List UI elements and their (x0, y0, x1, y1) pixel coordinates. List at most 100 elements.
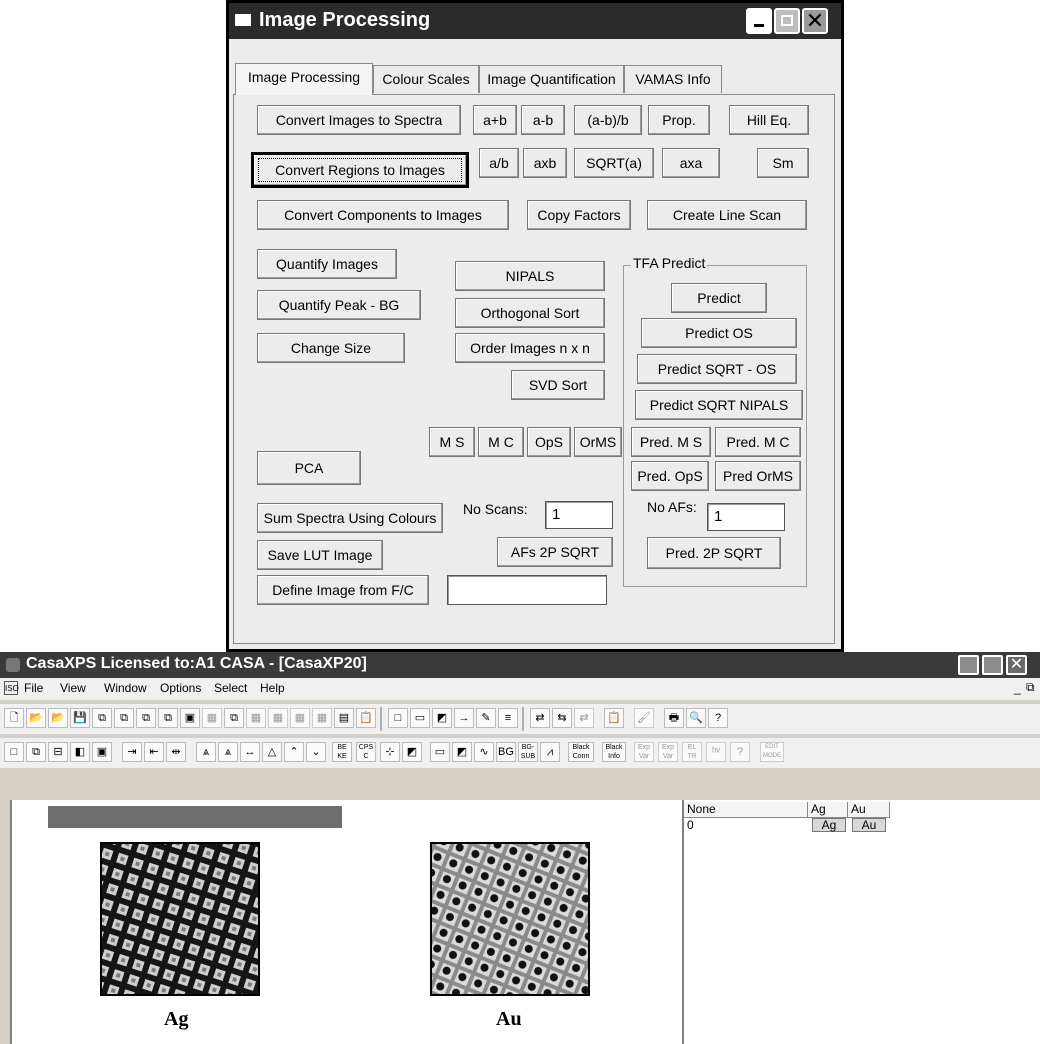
grid-cell-au[interactable]: Au (852, 818, 886, 832)
overlay-icon[interactable]: ◧ (70, 742, 90, 762)
define-image-from-fc-button[interactable]: Define Image from F/C (257, 575, 429, 605)
pred-mc-button[interactable]: Pred. M C (715, 427, 801, 457)
grid-row-index[interactable]: 0 (684, 818, 804, 834)
menu-options[interactable]: Options (160, 681, 201, 695)
mdi-restore-icon[interactable]: ⧉ (1026, 680, 1035, 695)
pca-button[interactable]: PCA (257, 451, 361, 485)
iso-icon[interactable]: ▤ (334, 708, 354, 728)
main-close-button[interactable]: ✕ (1006, 655, 1027, 675)
pred-orms-button[interactable]: Pred OrMS (715, 461, 801, 491)
menu-help[interactable]: Help (260, 681, 285, 695)
clipboard-icon[interactable]: 📋 (356, 708, 376, 728)
tab-image-processing[interactable]: Image Processing (235, 63, 373, 95)
ops-button[interactable]: OpS (527, 427, 571, 457)
brush-disabled-icon[interactable]: 🖌 (634, 708, 654, 728)
split-icon[interactable]: ⊟ (48, 742, 68, 762)
exp-var-icon[interactable]: Exp Var (634, 742, 654, 762)
bg-icon[interactable]: BG (496, 742, 516, 762)
ms-button[interactable]: M S (429, 427, 475, 457)
peak-left-icon[interactable]: ⩓ (218, 742, 238, 762)
a-plus-b-button[interactable]: a+b (473, 105, 517, 135)
grid4-disabled-icon[interactable]: ▦ (290, 708, 310, 728)
a-over-b-button[interactable]: a/b (479, 148, 519, 178)
main-titlebar[interactable]: CasaXPS Licensed to:A1 CASA - [CasaXP20]… (0, 652, 1040, 678)
mdi-minimize-icon[interactable]: _ (1014, 681, 1021, 695)
predict-sqrt-os-button[interactable]: Predict SQRT - OS (637, 354, 797, 384)
grid2-disabled-icon[interactable]: ▦ (246, 708, 266, 728)
tab-colour-scales[interactable]: Colour Scales (373, 65, 479, 93)
open-folder-icon[interactable]: 📂 (26, 708, 46, 728)
paste-icon[interactable]: 📋 (604, 708, 624, 728)
help-icon[interactable]: ? (708, 708, 728, 728)
mc-button[interactable]: M C (478, 427, 524, 457)
image-display-pane[interactable]: Ag Au (10, 800, 682, 1044)
predict-button[interactable]: Predict (671, 283, 767, 313)
main-minimize-button[interactable] (958, 655, 979, 675)
maximize-button[interactable] (774, 8, 800, 34)
marker-icon[interactable]: ⊹ (380, 742, 400, 762)
peak-up-icon[interactable]: ⩓ (196, 742, 216, 762)
main-maximize-button[interactable] (982, 655, 1003, 675)
el-tr-icon[interactable]: EL TR (682, 742, 702, 762)
svd-sort-button[interactable]: SVD Sort (511, 370, 605, 400)
menu-file[interactable]: File (24, 681, 43, 695)
order-images-button[interactable]: Order Images n x n (455, 333, 605, 363)
spectra-browser-grid[interactable]: None Ag Au 0 Ag Au (682, 800, 1040, 1044)
be-ke-icon[interactable]: BE KE (332, 742, 352, 762)
define-image-input[interactable] (447, 575, 607, 605)
dialog-titlebar[interactable]: Image Processing ✕ (229, 3, 841, 39)
nipals-button[interactable]: NIPALS (455, 261, 605, 291)
predict-sqrt-nipals-button[interactable]: Predict SQRT NIPALS (635, 390, 803, 420)
pencil-icon[interactable]: ✎ (476, 708, 496, 728)
a-times-b-button[interactable]: axb (523, 148, 567, 178)
grid-header-ag[interactable]: Ag (808, 802, 848, 818)
grid-header-none[interactable]: None (684, 802, 808, 818)
a-times-a-button[interactable]: axa (662, 148, 720, 178)
monitor-icon[interactable]: ▭ (410, 708, 430, 728)
black-info-icon[interactable]: Black Info (602, 742, 626, 762)
waveform-icon[interactable]: ∿ (474, 742, 494, 762)
double-up-icon[interactable]: ⌃ (284, 742, 304, 762)
peak-icon[interactable]: △ (262, 742, 282, 762)
grid5-disabled-icon[interactable]: ▦ (312, 708, 332, 728)
quantify-images-button[interactable]: Quantify Images (257, 249, 397, 279)
cascade-icon[interactable]: ⧉ (26, 742, 46, 762)
a-minus-b-over-b-button[interactable]: (a-b)/b (574, 105, 642, 135)
process2-icon[interactable]: ⇆ (552, 708, 572, 728)
sqrt-a-button[interactable]: SQRT(a) (574, 148, 654, 178)
pred-ms-button[interactable]: Pred. M S (631, 427, 711, 457)
chart-icon[interactable]: ◩ (452, 742, 472, 762)
spectrum-icon[interactable]: ◩ (402, 742, 422, 762)
frame2-icon[interactable]: ▭ (430, 742, 450, 762)
copy2-icon[interactable]: ⧉ (114, 708, 134, 728)
copy-factors-button[interactable]: Copy Factors (527, 200, 631, 230)
document-icon[interactable]: ISO (4, 681, 19, 695)
pred-ops-button[interactable]: Pred. OpS (631, 461, 709, 491)
print-icon[interactable]: 🖶 (664, 708, 684, 728)
sm-button[interactable]: Sm (757, 148, 809, 178)
save-lut-image-button[interactable]: Save LUT Image (257, 540, 383, 570)
convert-images-to-spectra-button[interactable]: Convert Images to Spectra (257, 105, 461, 135)
afs-2p-sqrt-button[interactable]: AFs 2P SQRT (497, 537, 613, 567)
peak-fit-icon[interactable]: ⩘ (540, 742, 560, 762)
bg-sub-icon[interactable]: BG- SUB (518, 742, 538, 762)
open-folder2-icon[interactable]: 📂 (48, 708, 68, 728)
cps-c-icon[interactable]: CPS C (356, 742, 376, 762)
no-scans-input[interactable]: 1 (545, 501, 613, 529)
print-preview-icon[interactable]: 🔍 (686, 708, 706, 728)
copy5-icon[interactable]: ⧉ (224, 708, 244, 728)
grid-disabled-icon[interactable]: ▦ (202, 708, 222, 728)
copy4-icon[interactable]: ⧉ (158, 708, 178, 728)
lines-icon[interactable]: ≡ (498, 708, 518, 728)
frame-icon[interactable]: ▣ (92, 742, 112, 762)
arrow-right-icon[interactable]: → (454, 708, 474, 728)
double-down-icon[interactable]: ⌄ (306, 742, 326, 762)
minimize-button[interactable] (746, 8, 772, 34)
sum-spectra-using-colours-button[interactable]: Sum Spectra Using Colours (257, 503, 443, 533)
a-minus-b-button[interactable]: a-b (521, 105, 565, 135)
scale-icon[interactable]: ? (730, 742, 750, 762)
menu-window[interactable]: Window (104, 681, 147, 695)
quantify-peak-bg-button[interactable]: Quantify Peak - BG (257, 290, 421, 320)
orthogonal-sort-button[interactable]: Orthogonal Sort (455, 298, 605, 328)
edit-mode-icon[interactable]: EDIT MODE (760, 742, 784, 762)
